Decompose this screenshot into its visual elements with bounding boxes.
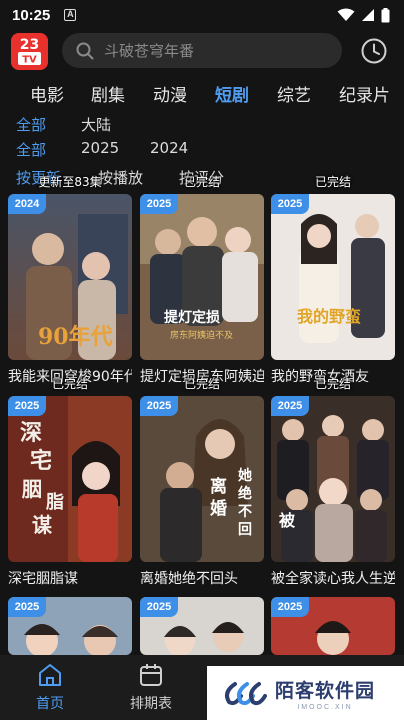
tab-documentary[interactable]: 纪录片 [339,81,390,106]
svg-text:胭: 胭 [21,477,42,501]
svg-text:脂: 脂 [46,492,64,513]
svg-text:TV: TV [22,55,37,66]
svg-text:23: 23 [20,37,39,53]
year-badge: 2025 [8,396,46,416]
app-logo[interactable]: 23 TV [11,33,48,70]
svg-text:被: 被 [279,511,296,530]
category-tabs: 电影 剧集 动漫 短剧 综艺 纪录片 [0,78,404,108]
year-badge: 2025 [8,597,46,617]
episode-status: 已完结 [314,175,351,189]
tab-variety[interactable]: 综艺 [277,81,311,106]
battery-icon [381,7,390,22]
nav-home-label: 首页 [36,696,64,712]
search-icon [76,42,94,59]
svg-text:提灯定损: 提灯定损 [164,309,220,326]
episode-status: 已完结 [51,377,88,391]
card-title: 被全家读心我人生逆袭 [271,571,395,587]
svg-text:谋: 谋 [32,513,53,537]
filter-region-all[interactable]: 全部 [16,114,46,135]
watermark-name: 陌客软件园 [275,679,376,702]
svg-text:房东阿姨迫不及: 房东阿姨迫不及 [170,329,233,341]
status-bar: 10:25 A [0,0,404,30]
svg-text:婚: 婚 [210,498,227,519]
search-placeholder: 斗破苍穹年番 [104,42,195,60]
poster-image: 深 宅 胭 脂 谋 [8,396,132,562]
year-badge: 2025 [140,597,178,617]
filter-year-2025[interactable]: 2025 [81,139,119,157]
svg-text:90年代: 90年代 [38,324,113,350]
svg-text:我的野蛮: 我的野蛮 [297,307,361,326]
poster-image: 被 [271,396,395,562]
tab-short-drama[interactable]: 短剧 [215,81,249,106]
card-title: 深宅胭脂谋 [8,571,78,587]
year-badge: 2025 [271,396,309,416]
status-time: 10:25 [12,6,51,24]
year-badge: 2025 [271,597,309,617]
nav-home[interactable]: 首页 [20,663,80,713]
logo-graphic: 23 TV [11,33,48,70]
svg-text:离: 离 [210,476,227,497]
episode-status: 已完结 [314,377,351,391]
episode-status: 已完结 [183,377,220,391]
tab-series[interactable]: 剧集 [91,81,125,106]
year-badge: 2024 [8,194,46,214]
year-badge: 2025 [271,194,309,214]
calendar-icon [140,664,162,686]
svg-text:宅: 宅 [30,448,52,474]
svg-text:绝: 绝 [238,485,252,502]
filter-year-2024[interactable]: 2024 [150,139,188,157]
filter-year-all[interactable]: 全部 [16,139,46,160]
status-indicators [337,7,390,23]
episode-status: 更新至83集 [38,175,102,189]
filter-region-mainland[interactable]: 大陆 [81,114,111,135]
watermark-sub: IMOOC.XIN [297,703,353,711]
poster-image: 我的野蛮 [271,194,395,360]
watermark-logo-icon [225,682,267,706]
svg-text:不: 不 [238,504,252,520]
nav-schedule-label: 排期表 [130,696,172,712]
app-header: 23 TV 斗破苍穹年番 [0,30,404,74]
tab-movies[interactable]: 电影 [30,81,64,106]
notification-icon: A [64,9,77,21]
wifi-icon [337,8,355,21]
home-icon [39,664,61,686]
svg-text:回: 回 [238,522,252,538]
svg-text:她: 她 [238,467,252,484]
card-title: 离婚她绝不回头 [140,571,238,587]
nav-schedule[interactable]: 排期表 [121,663,181,713]
year-badge: 2025 [140,194,178,214]
filter-region: 全部 大陆 [0,112,404,136]
tab-anime[interactable]: 动漫 [153,81,187,106]
signal-icon [362,9,374,21]
episode-status: 已完结 [183,175,220,189]
filter-year: 全部 2025 2024 [0,137,404,161]
watermark-overlay: 陌客软件园 IMOOC.XIN [207,666,404,720]
poster-image: 离 婚 她 绝 不 回 [140,396,264,562]
search-bar[interactable]: 斗破苍穹年番 [62,33,342,68]
poster-image: 90年代 [8,194,132,360]
svg-text:深: 深 [20,420,42,446]
year-badge: 2025 [140,396,178,416]
history-icon[interactable] [360,37,388,65]
poster-image: 提灯定损 房东阿姨迫不及 [140,194,264,360]
